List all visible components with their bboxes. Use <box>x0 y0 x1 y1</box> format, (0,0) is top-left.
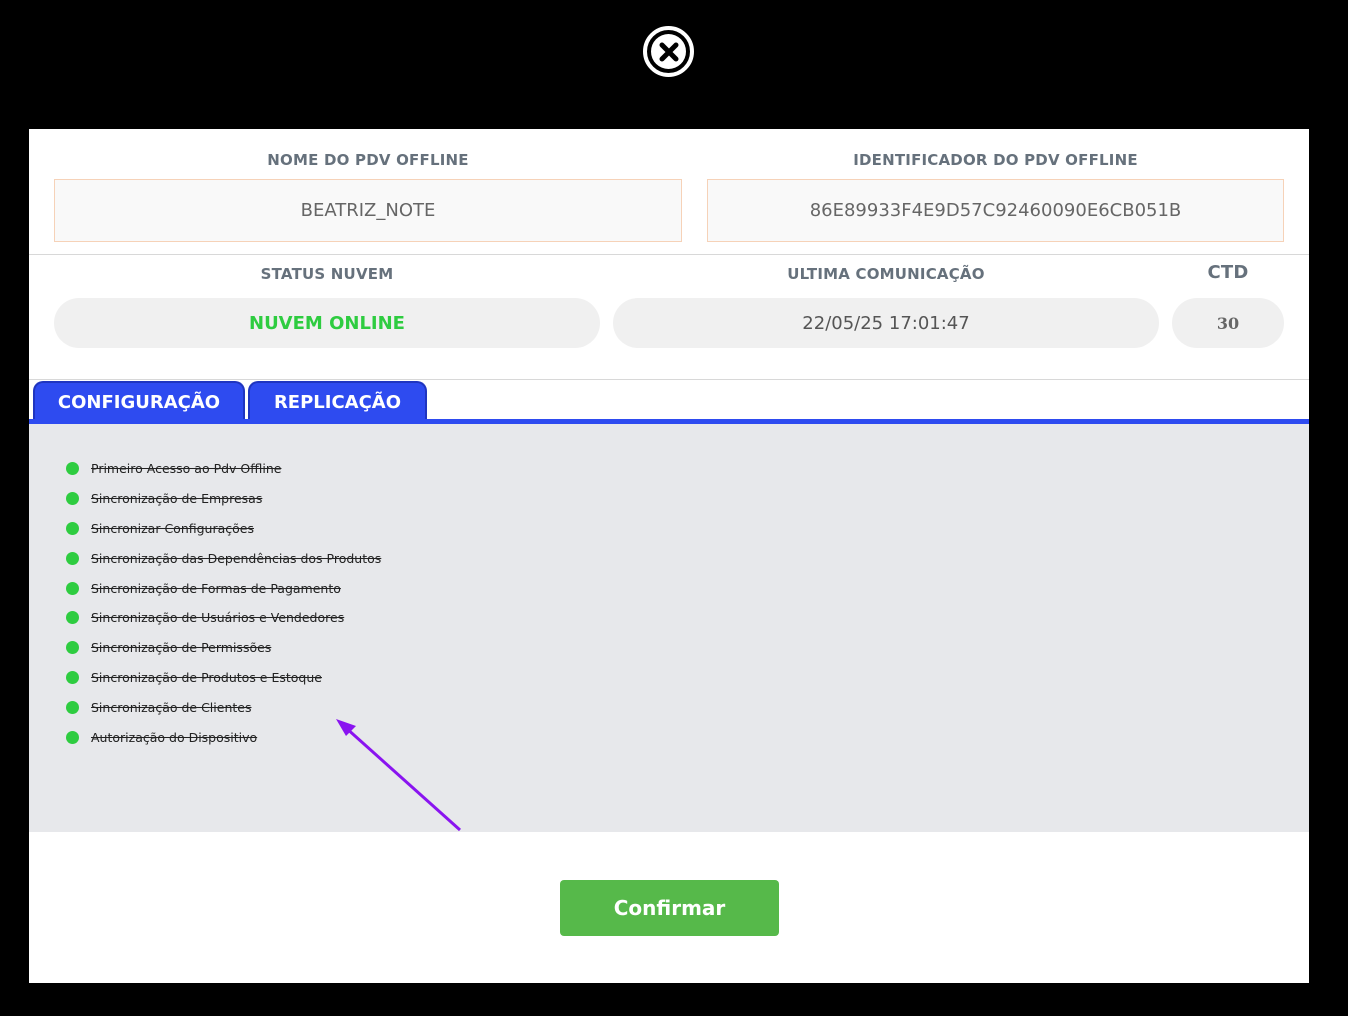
close-icon <box>651 34 686 69</box>
list-item: Primeiro Acesso ao Pdv Offline <box>66 454 381 484</box>
pdv-offline-modal: NOME DO PDV OFFLINE BEATRIZ_NOTE IDENTIF… <box>29 129 1309 983</box>
list-item: Sincronizar Configurações <box>66 514 381 544</box>
pdv-name-field[interactable]: BEATRIZ_NOTE <box>54 179 682 242</box>
cloud-status-label: STATUS NUVEM <box>260 265 394 283</box>
sync-steps-list: Primeiro Acesso ao Pdv Offline Sincroniz… <box>66 454 381 752</box>
step-label: Sincronização de Usuários e Vendedores <box>91 610 345 626</box>
green-dot-icon <box>66 462 79 476</box>
step-label: Sincronização de Clientes <box>91 699 252 715</box>
list-item: Autorização do Dispositivo <box>66 722 381 752</box>
sync-steps-panel: Primeiro Acesso ao Pdv Offline Sincroniz… <box>29 424 1309 832</box>
last-communication-value: 22/05/25 17:01:47 <box>613 298 1159 348</box>
green-dot-icon <box>66 521 79 535</box>
list-item: Sincronização de Usuários e Vendedores <box>66 603 381 633</box>
step-label: Sincronização de Permissões <box>91 640 272 656</box>
list-item: Sincronização das Dependências dos Produ… <box>66 543 381 573</box>
green-dot-icon <box>66 492 79 506</box>
green-dot-icon <box>66 641 79 655</box>
list-item: Sincronização de Empresas <box>66 484 381 514</box>
pdv-name-label: NOME DO PDV OFFLINE <box>267 151 469 169</box>
divider <box>29 254 1309 255</box>
ctd-label: CTD <box>1207 262 1249 283</box>
list-item: Sincronização de Permissões <box>66 633 381 663</box>
list-item: Sincronização de Produtos e Estoque <box>66 663 381 693</box>
step-label: Sincronizar Configurações <box>91 520 254 536</box>
confirm-button[interactable]: Confirmar <box>560 880 779 936</box>
tab-replicacao[interactable]: REPLICAÇÃO <box>248 381 427 421</box>
step-label: Sincronização de Formas de Pagamento <box>91 580 341 596</box>
green-dot-icon <box>66 611 79 625</box>
last-communication-label: ULTIMA COMUNICAÇÃO <box>787 265 985 283</box>
pdv-id-field[interactable]: 86E89933F4E9D57C92460090E6CB051B <box>707 179 1284 242</box>
divider <box>29 379 1309 380</box>
step-label: Sincronização das Dependências dos Produ… <box>91 550 382 566</box>
close-button[interactable] <box>643 26 694 77</box>
green-dot-icon <box>66 581 79 595</box>
pdv-id-label: IDENTIFICADOR DO PDV OFFLINE <box>853 151 1138 169</box>
ctd-value: 30 <box>1172 298 1284 348</box>
green-dot-icon <box>66 730 79 744</box>
green-dot-icon <box>66 700 79 714</box>
step-label: Primeiro Acesso ao Pdv Offline <box>91 461 282 477</box>
tab-configuracao[interactable]: CONFIGURAÇÃO <box>33 381 245 421</box>
green-dot-icon <box>66 670 79 684</box>
green-dot-icon <box>66 551 79 565</box>
step-label: Sincronização de Produtos e Estoque <box>91 669 322 685</box>
step-label: Autorização do Dispositivo <box>91 729 258 745</box>
list-item: Sincronização de Clientes <box>66 692 381 722</box>
step-label: Sincronização de Empresas <box>91 491 263 507</box>
list-item: Sincronização de Formas de Pagamento <box>66 573 381 603</box>
cloud-status-value: NUVEM ONLINE <box>54 298 600 348</box>
